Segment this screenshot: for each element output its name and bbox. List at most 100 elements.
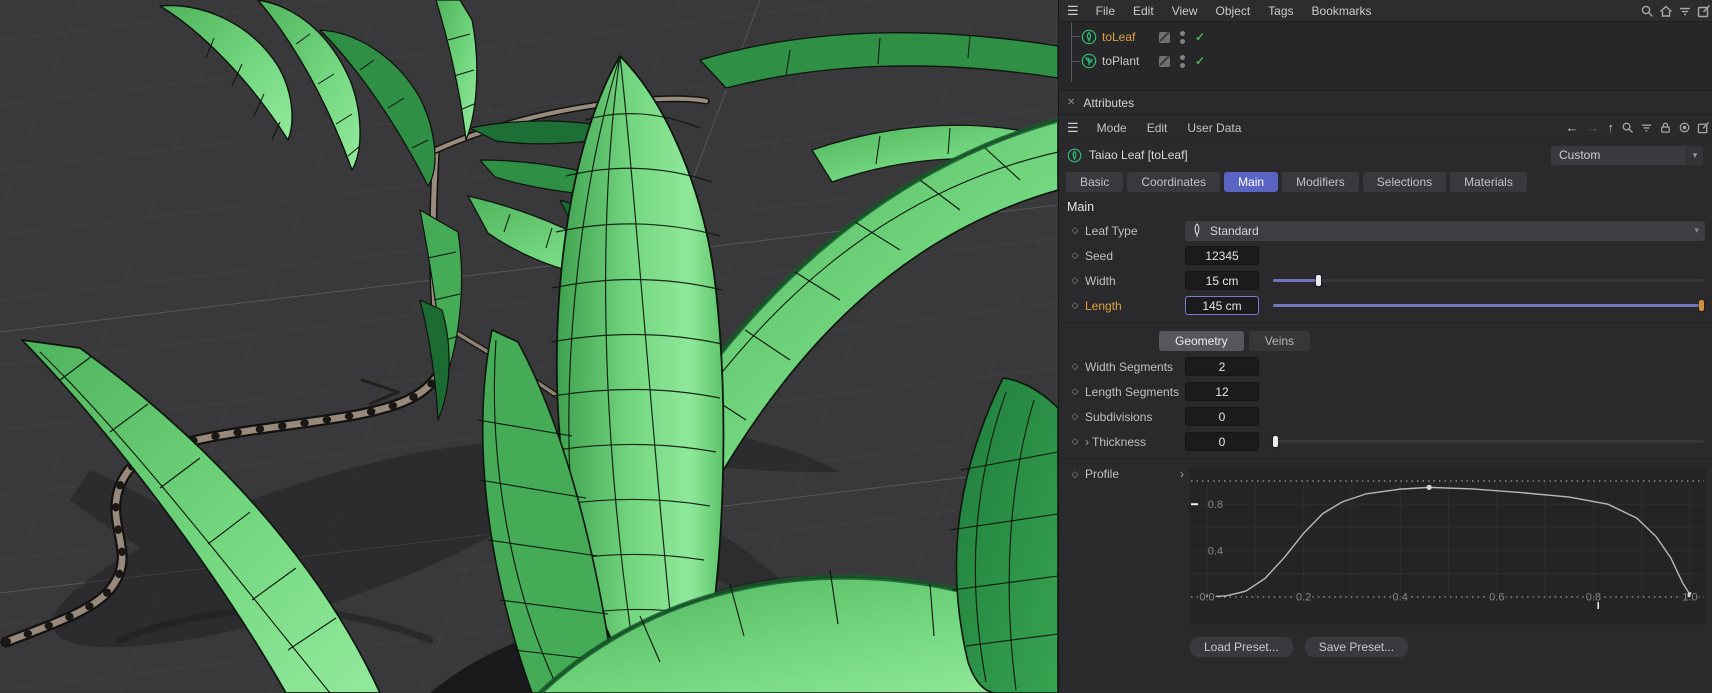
panel-title: Attributes bbox=[1083, 95, 1135, 110]
svg-text:0.0: 0.0 bbox=[1199, 592, 1214, 604]
menu-bookmarks[interactable]: Bookmarks bbox=[1303, 4, 1381, 18]
expand-chevron-icon[interactable]: › bbox=[1085, 435, 1089, 449]
lock-icon[interactable] bbox=[1656, 119, 1675, 136]
leaf-object-icon bbox=[1081, 29, 1097, 45]
layer-tag-icon[interactable] bbox=[1159, 55, 1170, 67]
diamond-icon: ◇ bbox=[1071, 250, 1079, 260]
toolbar-user-data[interactable]: User Data bbox=[1177, 121, 1251, 135]
sub-tabs: Geometry Veins bbox=[1059, 327, 1712, 354]
thickness-slider[interactable] bbox=[1273, 432, 1704, 451]
tab-coordinates[interactable]: Coordinates bbox=[1127, 172, 1221, 192]
menu-file[interactable]: File bbox=[1087, 4, 1124, 18]
width-input[interactable]: 15 cm bbox=[1185, 271, 1259, 290]
subtab-geometry[interactable]: Geometry bbox=[1159, 330, 1244, 351]
width-segments-input[interactable]: 2 bbox=[1185, 357, 1259, 376]
tab-selections[interactable]: Selections bbox=[1362, 172, 1447, 192]
diamond-icon: ◇ bbox=[1071, 411, 1079, 421]
save-preset-button[interactable]: Save Preset... bbox=[1303, 636, 1410, 658]
param-row-subdivisions: ◇ Subdivisions 0 bbox=[1059, 404, 1712, 429]
diamond-icon: ◇ bbox=[1071, 225, 1079, 235]
diamond-icon: ◇ bbox=[1071, 275, 1079, 285]
object-header-name: Taiao Leaf [toLeaf] bbox=[1089, 148, 1188, 162]
compose-icon[interactable] bbox=[1694, 2, 1712, 19]
param-row-thickness: ◇ › Thickness 0 bbox=[1059, 429, 1712, 454]
tab-materials[interactable]: Materials bbox=[1450, 172, 1527, 192]
param-label: Seed bbox=[1085, 248, 1114, 263]
home-icon[interactable] bbox=[1656, 2, 1675, 19]
slider-handle[interactable] bbox=[1315, 275, 1321, 286]
thickness-input[interactable]: 0 bbox=[1185, 432, 1259, 451]
leaf-type-dropdown[interactable]: Standard ▾ bbox=[1185, 220, 1705, 241]
svg-text:0.6: 0.6 bbox=[1489, 592, 1504, 604]
divider bbox=[1059, 322, 1712, 323]
leaf-type-value: Standard bbox=[1210, 223, 1259, 238]
menu-view[interactable]: View bbox=[1163, 4, 1207, 18]
visibility-dots[interactable] bbox=[1180, 30, 1185, 44]
menu-edit[interactable]: Edit bbox=[1124, 4, 1163, 18]
param-label: Leaf Type bbox=[1085, 223, 1138, 238]
tree-stub bbox=[1071, 36, 1080, 37]
viewport-3d[interactable] bbox=[0, 0, 1058, 693]
seed-input[interactable]: 12345 bbox=[1185, 246, 1259, 265]
param-label: Profile bbox=[1085, 467, 1120, 481]
svg-text:0.4: 0.4 bbox=[1208, 546, 1223, 558]
attributes-toolbar: ☰ Mode Edit User Data ← → ↑ bbox=[1059, 115, 1712, 141]
profile-curve-editor[interactable]: 0.8 0.4 0.0 0.2 0.4 0.6 0.8 1.0 bbox=[1189, 467, 1706, 625]
object-name[interactable]: toLeaf bbox=[1102, 30, 1148, 44]
param-row-length: ◇ Length 145 cm bbox=[1059, 293, 1712, 318]
menu-hamburger-icon[interactable]: ☰ bbox=[1067, 3, 1079, 19]
tab-basic[interactable]: Basic bbox=[1066, 172, 1124, 192]
svg-text:1.0: 1.0 bbox=[1682, 592, 1697, 604]
object-row-toleaf[interactable]: toLeaf ✓ bbox=[1059, 25, 1712, 49]
tab-modifiers[interactable]: Modifiers bbox=[1282, 172, 1359, 192]
attr-filter-icon[interactable] bbox=[1637, 119, 1656, 136]
attributes-title-bar: ✕ Attributes bbox=[1059, 90, 1712, 115]
search-icon[interactable] bbox=[1637, 2, 1656, 19]
plant-wireframe-scene bbox=[0, 0, 1058, 693]
close-icon[interactable]: ✕ bbox=[1067, 97, 1075, 108]
menu-object[interactable]: Object bbox=[1206, 4, 1259, 18]
param-row-width: ◇ Width 15 cm bbox=[1059, 268, 1712, 293]
param-row-width-segments: ◇ Width Segments 2 bbox=[1059, 354, 1712, 379]
load-preset-button[interactable]: Load Preset... bbox=[1189, 636, 1294, 658]
menu-tags[interactable]: Tags bbox=[1259, 4, 1302, 18]
visibility-dots[interactable] bbox=[1180, 54, 1185, 68]
divider bbox=[1059, 458, 1712, 459]
filter-icon[interactable] bbox=[1675, 2, 1694, 19]
forward-arrow-icon[interactable]: → bbox=[1583, 120, 1604, 135]
preset-dropdown[interactable]: Custom ▾ bbox=[1550, 144, 1704, 166]
param-row-length-segments: ◇ Length Segments 12 bbox=[1059, 379, 1712, 404]
length-segments-input[interactable]: 12 bbox=[1185, 382, 1259, 401]
subdivisions-input[interactable]: 0 bbox=[1185, 407, 1259, 426]
enabled-checkmark-icon[interactable]: ✓ bbox=[1195, 54, 1205, 68]
attributes-menu-icon[interactable]: ☰ bbox=[1067, 120, 1079, 136]
leaf-glyph-icon bbox=[1194, 223, 1200, 238]
target-icon[interactable] bbox=[1675, 119, 1694, 136]
subtab-veins[interactable]: Veins bbox=[1248, 330, 1311, 351]
toolbar-edit[interactable]: Edit bbox=[1137, 121, 1178, 135]
back-arrow-icon[interactable]: ← bbox=[1562, 120, 1583, 135]
tab-main[interactable]: Main bbox=[1224, 172, 1279, 192]
enabled-checkmark-icon[interactable]: ✓ bbox=[1195, 30, 1205, 44]
slider-handle[interactable] bbox=[1699, 300, 1704, 311]
param-label: Length Segments bbox=[1085, 384, 1180, 399]
width-slider[interactable] bbox=[1273, 271, 1704, 290]
menu-bar: ☰ File Edit View Object Tags Bookmarks bbox=[1059, 0, 1712, 22]
layer-tag-icon[interactable] bbox=[1159, 31, 1170, 43]
object-row-toplant[interactable]: toPlant ✓ bbox=[1059, 49, 1712, 73]
length-input[interactable]: 145 cm bbox=[1185, 296, 1259, 315]
chevron-down-icon: ▾ bbox=[1694, 225, 1699, 235]
diamond-icon: ◇ bbox=[1071, 361, 1079, 371]
svg-text:0.8: 0.8 bbox=[1208, 499, 1223, 511]
length-slider[interactable] bbox=[1273, 296, 1704, 315]
up-arrow-icon[interactable]: ↑ bbox=[1604, 120, 1619, 135]
expand-chevron-icon[interactable]: › bbox=[1180, 467, 1184, 481]
slider-handle[interactable] bbox=[1273, 436, 1278, 447]
attr-search-icon[interactable] bbox=[1618, 119, 1637, 136]
param-label: › Thickness bbox=[1085, 434, 1147, 449]
attribute-tabs: Basic Coordinates Main Modifiers Selecti… bbox=[1059, 169, 1712, 195]
toolbar-mode[interactable]: Mode bbox=[1087, 121, 1137, 135]
param-label: Length bbox=[1085, 298, 1122, 313]
attr-compose-icon[interactable] bbox=[1694, 119, 1712, 136]
object-name[interactable]: toPlant bbox=[1102, 54, 1148, 68]
